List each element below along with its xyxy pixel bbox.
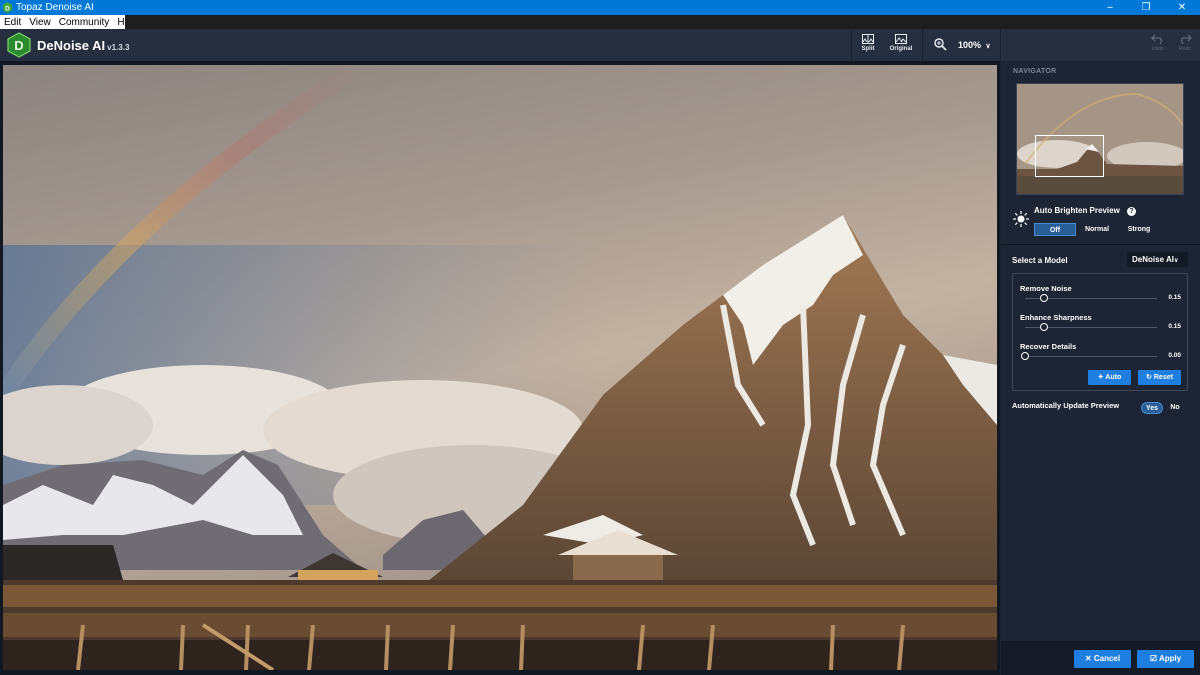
navigator-viewport[interactable] <box>1035 135 1104 177</box>
help-icon[interactable]: ? <box>1127 207 1136 216</box>
recover-details-label: Recover Details <box>1020 342 1077 351</box>
toolbar-divider <box>1000 29 1001 61</box>
remove-noise-value: 0.15 <box>1168 294 1181 301</box>
checkbox-icon: ☑ <box>1149 654 1157 663</box>
model-value: DeNoise AI <box>1132 255 1174 264</box>
window-title: Topaz Denoise AI <box>16 2 94 13</box>
redo-icon <box>1181 34 1192 45</box>
remove-noise-label: Remove Noise <box>1020 284 1072 293</box>
panel-divider <box>1001 244 1200 245</box>
redo-button[interactable]: Redo <box>1174 33 1196 52</box>
undo-icon <box>1151 34 1162 45</box>
menu-bar-filler <box>125 15 1200 29</box>
original-view-icon <box>895 34 907 44</box>
cancel-button[interactable]: ✕ Cancel <box>1074 650 1131 668</box>
svg-text:D: D <box>5 5 10 12</box>
navigator-thumbnail[interactable] <box>1016 83 1184 195</box>
recover-details-handle[interactable] <box>1021 352 1029 360</box>
minimize-icon[interactable]: – <box>1092 0 1128 15</box>
close-icon: ✕ <box>1084 654 1092 663</box>
app-version: v1.3.3 <box>107 43 130 52</box>
chevron-down-icon: ∨ <box>1173 258 1179 264</box>
svg-text:D: D <box>14 38 23 53</box>
cancel-label: Cancel <box>1093 654 1121 663</box>
close-icon[interactable]: ✕ <box>1164 0 1200 15</box>
maximize-icon[interactable]: ❐ <box>1128 0 1164 15</box>
auto-update-label: Automatically Update Preview <box>1012 401 1120 410</box>
redo-label: Redo <box>1179 46 1191 52</box>
split-label: Split <box>861 46 875 52</box>
wand-icon: ✦ <box>1097 374 1104 381</box>
enhance-sharpness-handle[interactable] <box>1040 323 1048 331</box>
settings-panel: NAVIGATOR Auto Brighten Preview ? Off No… <box>1001 61 1200 675</box>
preview-image[interactable] <box>3 65 997 670</box>
toolbar-divider <box>851 29 852 61</box>
reset-button[interactable]: ↻ Reset <box>1138 370 1181 385</box>
original-label: Original <box>889 46 913 52</box>
menu-bar: Edit View Community Help <box>0 15 138 29</box>
preview-canvas[interactable] <box>0 61 1000 675</box>
menu-edit[interactable]: Edit <box>0 17 25 28</box>
enhance-sharpness-label: Enhance Sharpness <box>1020 313 1092 322</box>
toolbar-divider <box>922 29 923 61</box>
app-header: D DeNoise AI v1.3.3 Split Original 100% ∨… <box>0 29 1200 61</box>
apply-button[interactable]: ☑ Apply <box>1137 650 1194 668</box>
apply-label: Apply <box>1158 654 1182 663</box>
model-settings: Remove Noise 0.15 Enhance Sharpness 0.15… <box>1012 273 1188 391</box>
app-name: DeNoise AI v1.3.3 <box>37 38 129 53</box>
menu-community[interactable]: Community <box>55 17 114 28</box>
chevron-down-icon: ∨ <box>985 43 991 50</box>
zoom-dropdown[interactable]: 100% ∨ <box>958 40 991 50</box>
reset-label: Reset <box>1153 374 1173 381</box>
app-icon: D <box>2 2 13 13</box>
recover-details-value: 0.00 <box>1168 352 1181 359</box>
title-bar: D Topaz Denoise AI – ❐ ✕ <box>0 0 1200 15</box>
undo-label: Undo <box>1152 46 1164 52</box>
app-name-text: DeNoise AI <box>37 38 106 53</box>
menu-view[interactable]: View <box>25 17 55 28</box>
split-button[interactable]: Split <box>857 32 879 58</box>
split-view-icon <box>862 34 874 44</box>
navigator-caption: NAVIGATOR <box>1013 68 1057 75</box>
auto-update-no[interactable]: No <box>1164 402 1186 414</box>
sun-icon <box>1013 211 1029 227</box>
zoom-value: 100% <box>958 40 982 50</box>
panel-footer: ✕ Cancel ☑ Apply <box>1001 641 1200 675</box>
auto-button[interactable]: ✦ Auto <box>1088 370 1131 385</box>
app-window: D Topaz Denoise AI – ❐ ✕ Edit View Commu… <box>0 0 1200 675</box>
model-dropdown[interactable]: DeNoise AI∨ <box>1127 252 1188 267</box>
auto-label: Auto <box>1105 374 1122 381</box>
auto-brighten-title: Auto Brighten Preview <box>1034 206 1120 215</box>
denoise-logo-icon: D <box>7 32 31 58</box>
select-model-label: Select a Model <box>1012 256 1068 265</box>
brighten-option-off[interactable]: Off <box>1034 223 1076 236</box>
enhance-sharpness-value: 0.15 <box>1168 323 1181 330</box>
remove-noise-handle[interactable] <box>1040 294 1048 302</box>
brighten-option-normal[interactable]: Normal <box>1076 223 1118 236</box>
brighten-option-strong[interactable]: Strong <box>1118 223 1160 236</box>
original-button[interactable]: Original <box>886 32 916 58</box>
zoom-icon[interactable] <box>934 38 947 51</box>
refresh-icon: ↻ <box>1146 374 1152 381</box>
undo-button[interactable]: Undo <box>1147 33 1169 52</box>
auto-update-yes[interactable]: Yes <box>1141 402 1163 414</box>
recover-details-slider[interactable] <box>1025 356 1157 357</box>
